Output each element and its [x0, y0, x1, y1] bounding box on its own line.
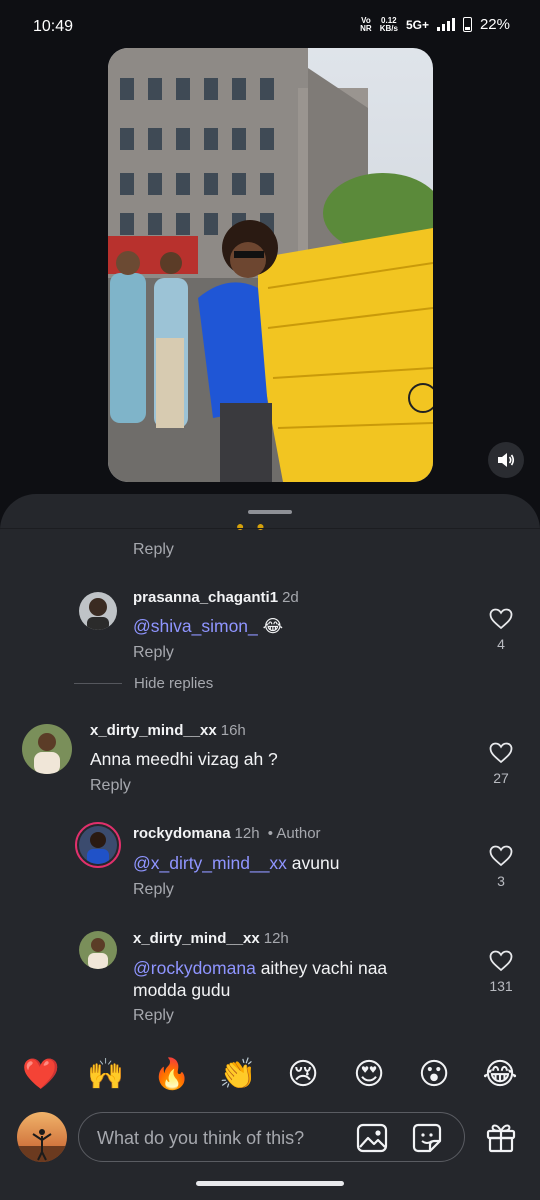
comment-username[interactable]: rockydomana 12h • Author [133, 825, 321, 842]
like-count: 3 [497, 873, 505, 889]
like-control[interactable]: 131 [481, 950, 521, 994]
reply-button[interactable]: Reply [90, 777, 131, 795]
avatar[interactable] [79, 931, 117, 969]
image-button[interactable] [356, 1123, 388, 1153]
heart-icon[interactable] [489, 742, 513, 764]
reaction-raised-hands[interactable]: 🙌 [86, 1057, 126, 1092]
like-control[interactable]: 3 [481, 845, 521, 889]
reaction-fire[interactable]: 🔥 [152, 1057, 192, 1092]
volte-indicator: Vo NR [360, 15, 372, 33]
like-control[interactable]: 4 [481, 608, 521, 652]
story-avatar[interactable] [75, 822, 121, 868]
avatar[interactable] [79, 592, 117, 630]
home-indicator[interactable] [196, 1181, 344, 1186]
reel-video[interactable] [108, 48, 433, 482]
sticker-icon[interactable] [412, 1123, 442, 1153]
battery-icon [462, 17, 472, 32]
comments-sheet: ● ● Reply prasanna_chaganti1 2d @shiva_si… [0, 494, 540, 1200]
mention-link[interactable]: @x_dirty_mind__xx [133, 853, 287, 873]
comment-username[interactable]: x_dirty_mind__xx 16h [90, 722, 246, 739]
avatar[interactable] [22, 724, 72, 774]
avatar-image [79, 931, 117, 969]
mention-link[interactable]: @shiva_simon_ [133, 616, 258, 636]
comment-username[interactable]: x_dirty_mind__xx 12h [133, 930, 289, 947]
status-icons: Vo NR 0.12 KB/s 5G+ 22% [360, 16, 510, 33]
like-count: 131 [489, 978, 513, 994]
reply-button[interactable]: Reply [133, 881, 174, 899]
mention-link[interactable]: @rockydomana [133, 958, 256, 978]
avatar-image [17, 1112, 67, 1162]
divider-line [74, 683, 122, 684]
speaker-icon [498, 453, 515, 467]
reaction-crying[interactable]: 😢 [283, 1057, 323, 1092]
comment-text: @rockydomana aithey vachi naa modda gudu [133, 958, 388, 1000]
mute-button[interactable] [488, 442, 524, 478]
my-avatar [17, 1112, 67, 1162]
comment-input[interactable] [97, 1126, 347, 1150]
drag-handle[interactable] [248, 510, 292, 514]
comment-text: @shiva_simon_ 😂 [133, 616, 284, 636]
reply-button[interactable]: Reply [133, 644, 174, 662]
scrolled-emoji-peek: ● ● [236, 518, 269, 534]
network-speed: 0.12 KB/s [379, 15, 398, 33]
reaction-clap[interactable]: 👏 [218, 1057, 258, 1092]
heart-icon[interactable] [489, 845, 513, 867]
comment-composer [78, 1112, 465, 1162]
heart-icon[interactable] [489, 608, 513, 630]
gift-button[interactable] [484, 1120, 518, 1154]
sticker-button[interactable] [412, 1123, 442, 1153]
battery-percent: 22% [479, 16, 510, 33]
avatar-image [79, 592, 117, 630]
network-type: 5G+ [405, 17, 429, 32]
video-frame [108, 48, 433, 482]
quick-reactions-bar: ❤️ 🙌 🔥 👏 😢 😍 😮 😂 [0, 1057, 540, 1097]
reaction-surprised[interactable]: 😮 [414, 1057, 454, 1092]
gift-icon[interactable] [484, 1120, 518, 1154]
status-time: 10:49 [33, 18, 74, 35]
avatar-image [79, 826, 117, 865]
like-count: 27 [493, 770, 509, 786]
signal-icon [436, 18, 455, 31]
avatar-image [22, 724, 72, 774]
like-control[interactable]: 27 [481, 742, 521, 786]
reaction-heart[interactable]: ❤️ [21, 1057, 61, 1092]
author-badge: • Author [267, 825, 321, 842]
reaction-heart-eyes[interactable]: 😍 [349, 1057, 389, 1092]
like-count: 4 [497, 636, 505, 652]
image-icon[interactable] [356, 1123, 388, 1153]
reply-button[interactable]: Reply [133, 1007, 174, 1025]
reply-button[interactable]: Reply [133, 541, 174, 559]
comment-text: @x_dirty_mind__xx avunu [133, 853, 340, 873]
comment-text: Anna meedhi vizag ah ? [90, 749, 278, 769]
sheet-divider [0, 528, 540, 529]
reaction-laughing[interactable]: 😂 [480, 1057, 520, 1092]
heart-icon[interactable] [489, 950, 513, 972]
hide-replies-button[interactable]: Hide replies [74, 675, 213, 692]
comment-username[interactable]: prasanna_chaganti1 2d [133, 589, 299, 606]
